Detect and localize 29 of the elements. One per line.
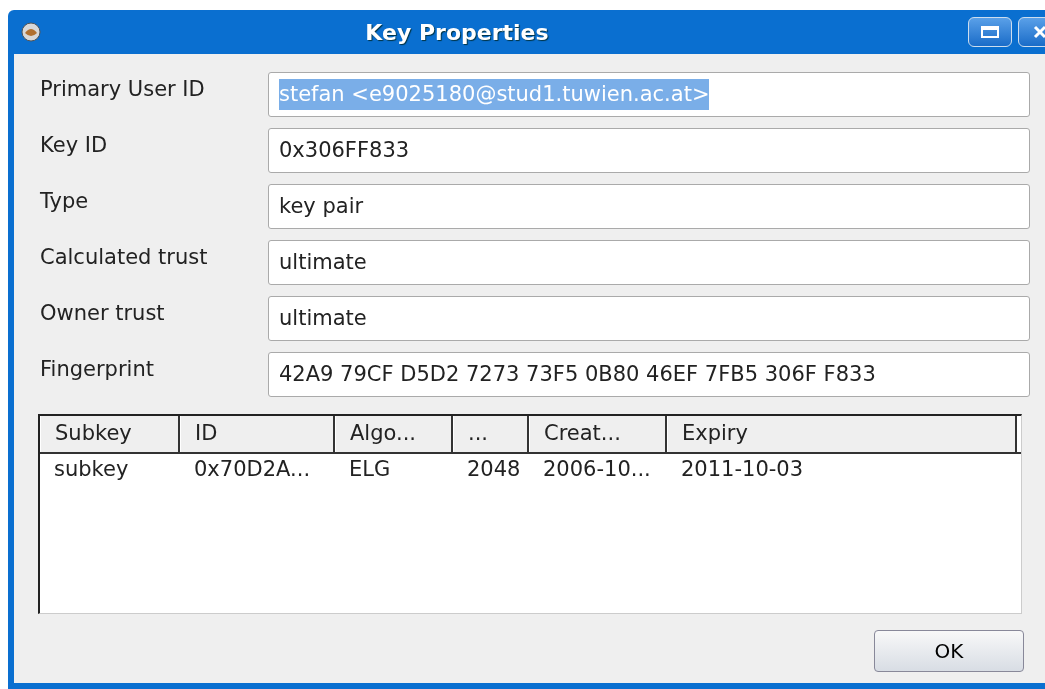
table-cell-text: subkey — [53, 456, 130, 483]
table-cell-text: 2006-10... — [542, 456, 652, 483]
field-label: Calculated trust — [40, 244, 209, 271]
field-label: Type — [40, 188, 90, 215]
column-header[interactable]: ... — [453, 416, 529, 452]
column-header[interactable]: ID — [180, 416, 335, 452]
column-header[interactable]: Creat... — [529, 416, 667, 452]
column-header[interactable]: Algo... — [335, 416, 453, 452]
field-label: Primary User ID — [40, 76, 206, 103]
text-field[interactable]: ultimate — [268, 296, 1030, 341]
maximize-icon — [981, 26, 999, 38]
column-header[interactable]: Subkey — [40, 416, 180, 452]
text-field[interactable]: key pair — [268, 184, 1030, 229]
ok-button[interactable]: OK — [874, 630, 1024, 672]
field-label: Owner trust — [40, 300, 166, 327]
text-field[interactable]: 0x306FF833 — [268, 128, 1030, 173]
table-cell-text: 2011-10-03 — [680, 456, 805, 483]
close-icon — [1033, 25, 1045, 39]
table-cell-text: 2048 — [466, 456, 522, 483]
app-icon — [20, 21, 42, 43]
maximize-button[interactable] — [968, 17, 1012, 47]
field-label: Key ID — [40, 132, 109, 159]
field-label: Fingerprint — [40, 356, 155, 383]
table-cell-text: ELG — [348, 456, 392, 483]
column-header[interactable]: Expiry — [667, 416, 1017, 452]
text-field[interactable]: ultimate — [268, 240, 1030, 285]
text-field[interactable]: 42A9 79CF D5D2 7273 73F5 0B80 46EF 7FB5 306F F833 — [268, 352, 1030, 397]
table-cell-text: 0x70D2A... — [193, 456, 312, 483]
window-title: Key Properties — [364, 18, 550, 47]
